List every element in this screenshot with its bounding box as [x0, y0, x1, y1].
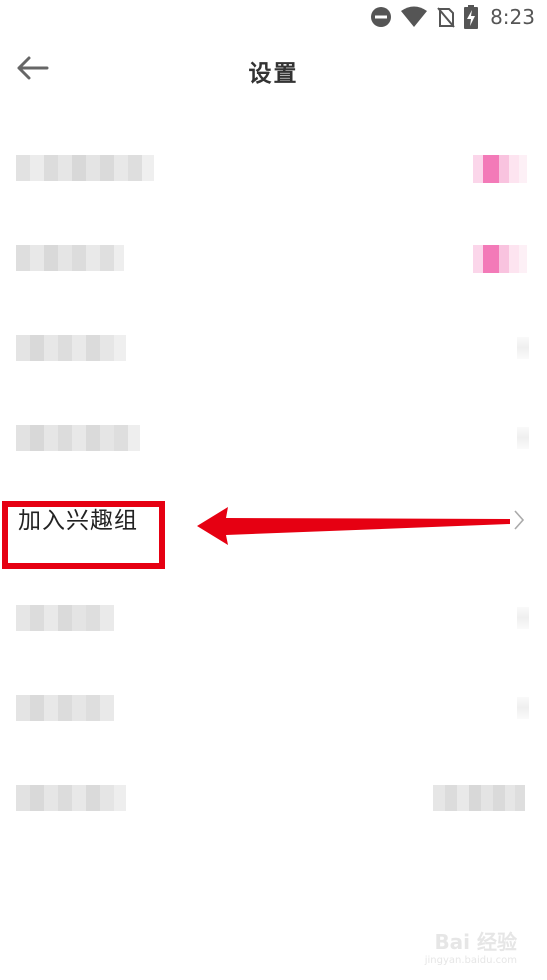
watermark-logo: Bai 经验	[434, 930, 517, 954]
settings-screen: 8:23 设置 加入兴趣组 Bai 经验 jingyan.baidu.com	[0, 0, 547, 980]
watermark-url: jingyan.baidu.com	[424, 955, 517, 966]
watermark: Bai 经验 jingyan.baidu.com	[425, 926, 517, 966]
annotation-arrow	[197, 507, 510, 545]
